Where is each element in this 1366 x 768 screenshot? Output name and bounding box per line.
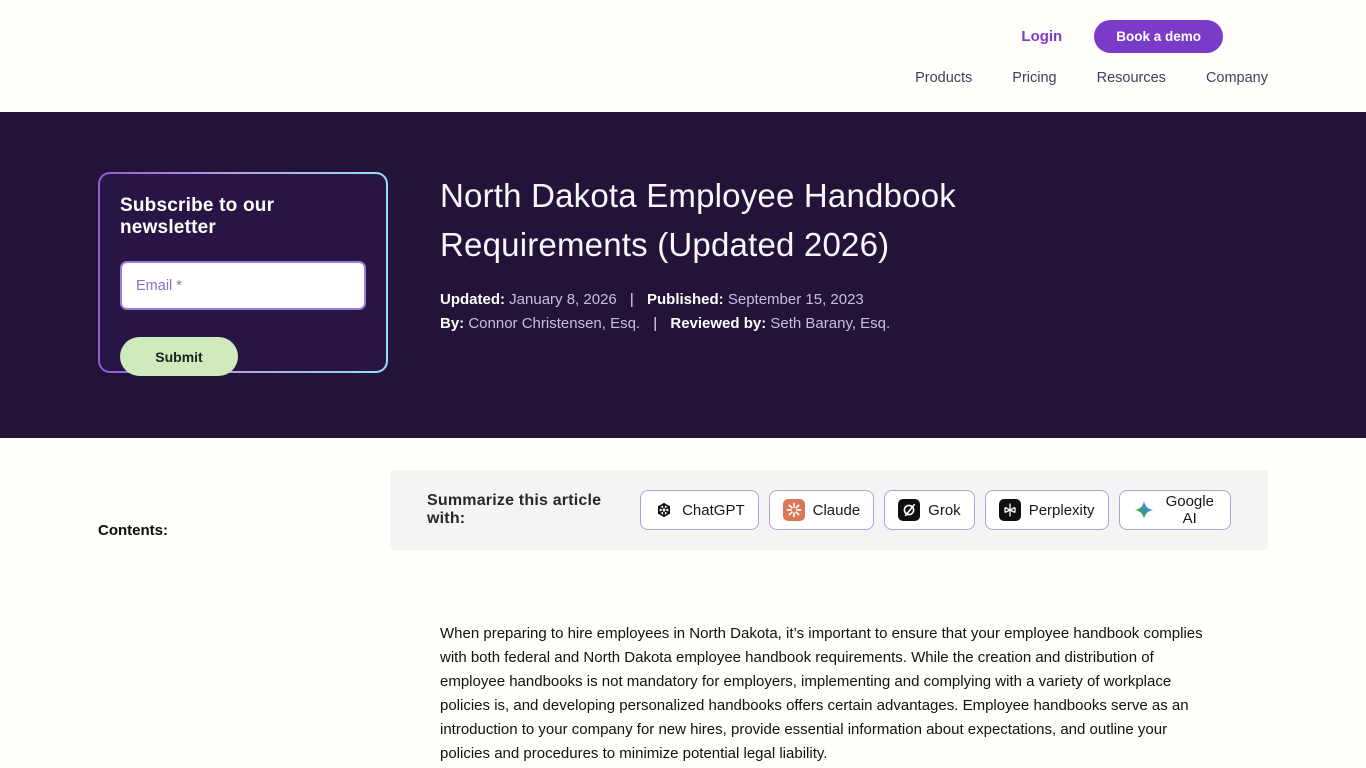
meta-line-authors: By: Connor Christensen, Esq. | Reviewed … (440, 312, 890, 336)
hero-section: Subscribe to our newsletter Submit North… (0, 112, 1366, 438)
reviewer-name: Seth Barany, Esq. (770, 315, 890, 332)
login-link[interactable]: Login (1021, 28, 1062, 45)
author-name: Connor Christensen, Esq. (468, 315, 640, 332)
claude-icon (783, 499, 805, 521)
ai-button-label: Claude (813, 502, 861, 519)
summarize-chatgpt-button[interactable]: ChatGPT (640, 490, 759, 530)
ai-buttons-group: ChatGPT Claude (640, 490, 1231, 530)
summarize-claude-button[interactable]: Claude (769, 490, 875, 530)
page-title: North Dakota Employee Handbook Requireme… (440, 172, 1090, 270)
reviewed-by-label: Reviewed by: (670, 315, 766, 332)
summarize-label: Summarize this article with: (427, 492, 640, 528)
login-row: Login Book a demo (1021, 20, 1223, 53)
summarize-grok-button[interactable]: Grok (884, 490, 975, 530)
meta-separator: | (621, 291, 643, 308)
site-header: Login Book a demo Products Pricing Resou… (0, 0, 1366, 112)
ai-button-label: Grok (928, 502, 961, 519)
grok-icon (898, 499, 920, 521)
google-ai-icon (1133, 499, 1155, 521)
updated-value: January 8, 2026 (509, 291, 617, 308)
published-label: Published: (647, 291, 724, 308)
by-label: By: (440, 315, 464, 332)
book-demo-button[interactable]: Book a demo (1094, 20, 1223, 53)
updated-label: Updated: (440, 291, 505, 308)
nav-item-products[interactable]: Products (915, 70, 972, 86)
newsletter-card: Subscribe to our newsletter Submit (98, 172, 388, 373)
nav-item-resources[interactable]: Resources (1097, 70, 1166, 86)
article-intro-paragraph: When preparing to hire employees in Nort… (440, 622, 1218, 766)
email-field[interactable] (120, 261, 366, 310)
submit-button[interactable]: Submit (120, 337, 238, 376)
ai-button-label: Google AI (1163, 493, 1217, 527)
perplexity-icon (999, 499, 1021, 521)
page: Login Book a demo Products Pricing Resou… (0, 0, 1366, 768)
ai-button-label: ChatGPT (682, 502, 745, 519)
nav-item-pricing[interactable]: Pricing (1012, 70, 1056, 86)
meta-line-dates: Updated: January 8, 2026 | Published: Se… (440, 288, 890, 312)
nav-item-company[interactable]: Company (1206, 70, 1268, 86)
ai-button-label: Perplexity (1029, 502, 1095, 519)
summarize-perplexity-button[interactable]: Perplexity (985, 490, 1109, 530)
summarize-google-ai-button[interactable]: Google AI (1119, 490, 1231, 530)
chatgpt-icon (654, 500, 674, 520)
meta-separator: | (644, 315, 666, 332)
newsletter-title: Subscribe to our newsletter (120, 195, 366, 239)
article-meta: Updated: January 8, 2026 | Published: Se… (440, 288, 890, 336)
summarize-bar: Summarize this article with: ChatGPT (390, 470, 1268, 550)
contents-label: Contents: (98, 522, 168, 539)
published-value: September 15, 2023 (728, 291, 864, 308)
main-nav: Products Pricing Resources Company (915, 70, 1268, 86)
